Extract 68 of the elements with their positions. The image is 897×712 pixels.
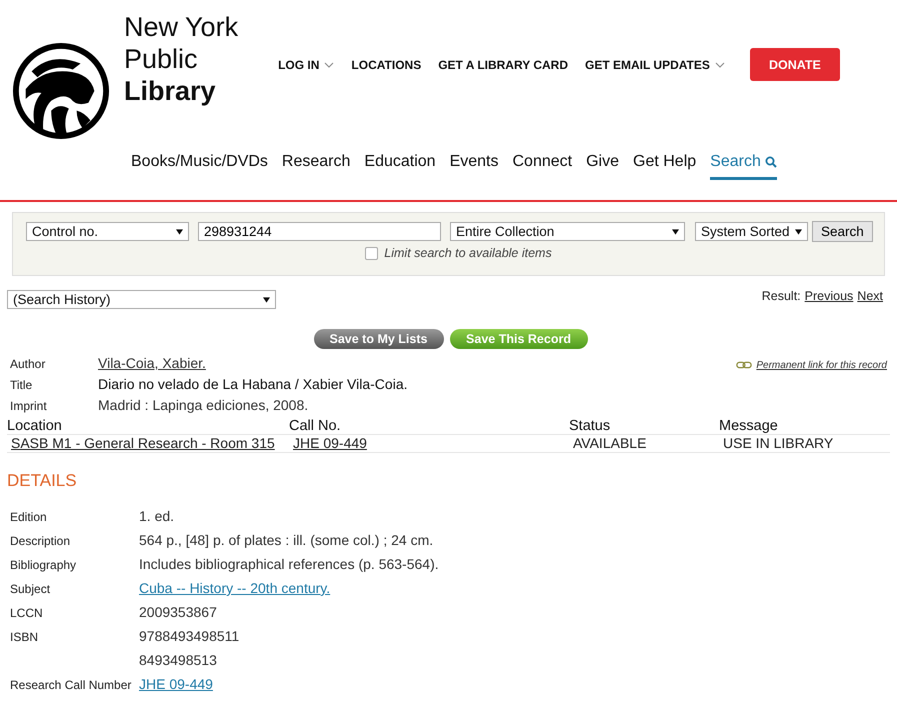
search-history-dropdown[interactable]: (Search History): [7, 290, 276, 309]
details-heading: DETAILS: [7, 471, 78, 491]
field-label: Research Call Number: [10, 677, 132, 692]
main-nav-link[interactable]: Search: [710, 150, 777, 180]
result-link[interactable]: Previous: [804, 289, 854, 303]
table-cell: USE IN LIBRARY: [723, 435, 834, 451]
dropdown-arrow-icon: [795, 228, 802, 234]
dropdown-arrow-icon: [672, 228, 679, 234]
main-nav-link[interactable]: Connect: [512, 150, 572, 177]
field-value: Madrid : Lapinga ediciones, 2008.: [98, 397, 308, 413]
top-nav-link[interactable]: LOG IN: [278, 58, 334, 72]
top-nav-link[interactable]: GET A LIBRARY CARD: [438, 58, 568, 72]
result-link[interactable]: Next: [857, 289, 883, 303]
field-label: ISBN: [10, 629, 40, 644]
result-label: Result:: [762, 289, 801, 303]
chain-link-icon: [736, 361, 752, 369]
field-label: Bibliography: [10, 557, 78, 572]
author-link[interactable]: Vila-Coia, Xabier.: [98, 355, 206, 371]
limit-label: Limit search to available items: [384, 246, 552, 260]
main-nav-link[interactable]: Books/Music/DVDs: [131, 150, 268, 177]
field-value: 8493498513: [139, 651, 217, 670]
field-value: 9788493498511: [139, 627, 240, 646]
holding-link[interactable]: JHE 09-449: [293, 435, 367, 451]
dropdown-arrow-icon: [263, 296, 270, 302]
column-header: Call No.: [289, 418, 569, 434]
field-dropdown[interactable]: Control no.: [26, 222, 189, 241]
lion-logo-icon[interactable]: [12, 42, 110, 140]
main-nav-link[interactable]: Education: [364, 150, 436, 177]
field-value: 2009353867: [139, 603, 217, 622]
field-label: Description: [10, 533, 72, 548]
field-value: Includes bibliographical references (p. 563-564).: [139, 555, 439, 574]
limit-checkbox[interactable]: [365, 246, 378, 260]
column-header: Location: [7, 418, 289, 434]
dropdown-arrow-icon: [176, 228, 183, 234]
donate-button[interactable]: DONATE: [750, 48, 840, 81]
search-icon: [764, 156, 777, 168]
column-header: Message: [719, 418, 890, 434]
field-label: Subject: [10, 581, 52, 596]
table-cell: AVAILABLE: [573, 435, 646, 451]
details-link[interactable]: JHE 09-449: [139, 674, 213, 694]
logo-wordmark-line: New York: [124, 11, 238, 43]
field-value: 1. ed.: [139, 507, 174, 526]
details-link[interactable]: Cuba -- History -- 20th century.: [139, 578, 330, 598]
holding-link[interactable]: SASB M1 - General Research - Room 315: [11, 435, 275, 451]
chevron-down-icon: [714, 62, 725, 68]
search-input[interactable]: 298931244: [198, 222, 441, 241]
top-nav-link[interactable]: LOCATIONS: [351, 58, 422, 72]
collection-dropdown[interactable]: Entire Collection: [450, 222, 685, 241]
permanent-link[interactable]: Permanent link for this record: [756, 360, 887, 370]
action-button[interactable]: Save to My Lists: [314, 329, 444, 349]
field-value: 564 p., [48] p. of plates : ill. (some col.) ; 24 cm.: [139, 531, 434, 550]
main-nav-link[interactable]: Give: [586, 150, 619, 177]
top-nav-link[interactable]: GET EMAIL UPDATES: [584, 58, 725, 72]
search-button[interactable]: Search: [812, 221, 873, 242]
main-nav-link[interactable]: Research: [282, 150, 350, 177]
main-nav-link[interactable]: Events: [450, 150, 498, 177]
field-label: Author: [10, 357, 46, 371]
field-value: Diario no velado de La Habana / Xabier Vila-Coia.: [98, 376, 408, 392]
field-label: Title: [10, 378, 34, 392]
main-nav-link[interactable]: Get Help: [633, 150, 696, 177]
logo-wordmark-line: Public: [124, 43, 199, 75]
field-label: LCCN: [10, 605, 44, 620]
sort-dropdown[interactable]: System Sorted: [695, 222, 808, 241]
field-label: Imprint: [10, 399, 48, 413]
column-header: Status: [569, 418, 719, 434]
field-label: Edition: [10, 509, 48, 524]
logo-wordmark-line: Library: [124, 75, 217, 107]
chevron-down-icon: [324, 62, 334, 68]
